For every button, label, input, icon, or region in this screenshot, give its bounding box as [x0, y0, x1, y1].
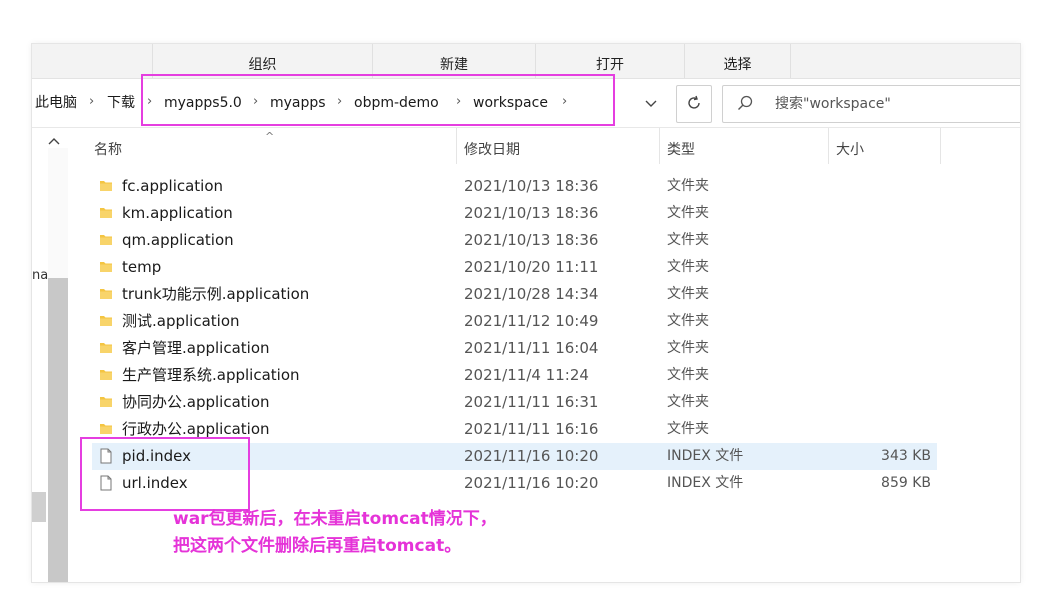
chevron-down-icon — [645, 100, 657, 107]
file-type: 文件夹 — [667, 421, 709, 437]
ribbon-tab-organize[interactable]: 组织 — [152, 44, 372, 78]
column-header-name[interactable]: 名称 — [94, 128, 122, 164]
scroll-up-arrow-icon[interactable] — [48, 134, 60, 148]
file-type: 文件夹 — [667, 286, 709, 302]
annotation-note-line1: war包更新后，在未重启tomcat情况下， — [173, 509, 497, 529]
sort-ascending-icon: ^ — [265, 130, 275, 143]
folder-icon — [98, 421, 114, 437]
folder-icon — [98, 259, 114, 275]
column-divider[interactable] — [659, 128, 660, 164]
file-type: 文件夹 — [667, 340, 709, 356]
file-name: 生产管理系统.application — [122, 366, 300, 384]
file-name: 客户管理.application — [122, 339, 270, 357]
chevron-right-icon[interactable]: › — [89, 79, 94, 127]
folder-icon — [98, 232, 114, 248]
file-modified-date: 2021/11/11 16:16 — [464, 420, 599, 438]
file-modified-date: 2021/11/11 16:04 — [464, 339, 599, 357]
search-placeholder: 搜索"workspace" — [775, 96, 891, 112]
file-row[interactable]: trunk功能示例.application 2021/10/28 14:34 文件夹 — [92, 281, 937, 308]
column-header-type[interactable]: 类型 — [667, 128, 695, 164]
file-row[interactable]: 测试.application 2021/11/12 10:49 文件夹 — [92, 308, 937, 335]
address-history-dropdown[interactable] — [636, 91, 666, 117]
file-type: 文件夹 — [667, 205, 709, 221]
file-modified-date: 2021/11/12 10:49 — [464, 312, 599, 330]
file-type: 文件夹 — [667, 259, 709, 275]
file-modified-date: 2021/10/20 11:11 — [464, 258, 599, 276]
file-row[interactable]: qm.application 2021/10/13 18:36 文件夹 — [92, 227, 937, 254]
folder-icon — [98, 286, 114, 302]
file-type: 文件夹 — [667, 367, 709, 383]
file-type: INDEX 文件 — [667, 475, 744, 491]
file-name: fc.application — [122, 177, 224, 195]
column-header-size[interactable]: 大小 — [836, 128, 864, 164]
file-modified-date: 2021/10/28 14:34 — [464, 285, 599, 303]
file-modified-date: 2021/11/16 10:20 — [464, 447, 599, 465]
file-row[interactable]: 协同办公.application 2021/11/11 16:31 文件夹 — [92, 389, 937, 416]
file-size: 343 KB — [881, 448, 931, 464]
nav-scrollbar-thumb[interactable] — [48, 278, 68, 582]
column-divider[interactable] — [940, 128, 941, 164]
file-modified-date: 2021/10/13 18:36 — [464, 231, 599, 249]
file-modified-date: 2021/11/11 16:31 — [464, 393, 599, 411]
nav-item-partial-label[interactable]: na — [32, 268, 48, 283]
file-type: 文件夹 — [667, 232, 709, 248]
file-type: 文件夹 — [667, 313, 709, 329]
search-input[interactable]: 搜索"workspace" — [722, 85, 1020, 123]
column-header-modified[interactable]: 修改日期 — [464, 128, 520, 164]
file-row[interactable]: fc.application 2021/10/13 18:36 文件夹 — [92, 173, 937, 200]
nav-hscroll-thumb[interactable] — [32, 492, 46, 522]
folder-icon — [98, 340, 114, 356]
annotation-note-line2: 把这两个文件删除后再重启tomcat。 — [173, 536, 462, 556]
file-modified-date: 2021/10/13 18:36 — [464, 177, 599, 195]
ribbon-tab-new[interactable]: 新建 — [372, 44, 535, 78]
ribbon-tab-select[interactable]: 选择 — [684, 44, 791, 78]
ribbon-tab-open[interactable]: 打开 — [535, 44, 684, 78]
file-row[interactable]: temp 2021/10/20 11:11 文件夹 — [92, 254, 937, 281]
files-highlight-box — [80, 437, 250, 511]
search-icon — [738, 95, 753, 110]
folder-icon — [98, 313, 114, 329]
breadcrumb-downloads[interactable]: 下载 — [107, 79, 135, 127]
file-size: 859 KB — [881, 475, 931, 491]
file-name: trunk功能示例.application — [122, 285, 310, 303]
file-type: 文件夹 — [667, 178, 709, 194]
file-row[interactable]: 生产管理系统.application 2021/11/4 11:24 文件夹 — [92, 362, 937, 389]
file-type: 文件夹 — [667, 394, 709, 410]
file-row[interactable]: km.application 2021/10/13 18:36 文件夹 — [92, 200, 937, 227]
file-name: temp — [122, 258, 162, 276]
file-type: INDEX 文件 — [667, 448, 744, 464]
file-modified-date: 2021/11/16 10:20 — [464, 474, 599, 492]
column-divider[interactable] — [456, 128, 457, 164]
navigation-pane[interactable]: na — [32, 128, 68, 582]
file-name: 测试.application — [122, 312, 240, 330]
file-name: km.application — [122, 204, 233, 222]
refresh-button[interactable] — [676, 85, 712, 123]
folder-icon — [98, 367, 114, 383]
column-divider[interactable] — [828, 128, 829, 164]
refresh-icon — [688, 95, 700, 109]
breadcrumb-this-pc[interactable]: 此电脑 — [35, 79, 77, 127]
address-highlight-box — [141, 74, 615, 126]
file-modified-date: 2021/10/13 18:36 — [464, 204, 599, 222]
file-row[interactable]: 客户管理.application 2021/11/11 16:04 文件夹 — [92, 335, 937, 362]
folder-icon — [98, 178, 114, 194]
file-name: 协同办公.application — [122, 393, 270, 411]
file-modified-date: 2021/11/4 11:24 — [464, 366, 589, 384]
folder-icon — [98, 394, 114, 410]
file-name: qm.application — [122, 231, 234, 249]
folder-icon — [98, 205, 114, 221]
